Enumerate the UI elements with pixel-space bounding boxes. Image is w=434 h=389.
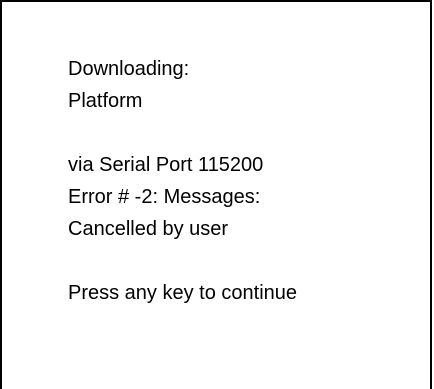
download-target: Platform [68, 90, 143, 112]
downloading-label: Downloading: [68, 58, 190, 80]
connection-info: via Serial Port 115200 [68, 154, 264, 176]
message-content: Downloading: Platform via Serial Port 11… [68, 53, 297, 309]
error-label: Error # -2: Messages: [68, 186, 261, 208]
error-message: Cancelled by user [68, 218, 229, 240]
download-status-screen: Downloading: Platform via Serial Port 11… [0, 0, 434, 389]
continue-prompt: Press any key to continue [68, 282, 298, 304]
